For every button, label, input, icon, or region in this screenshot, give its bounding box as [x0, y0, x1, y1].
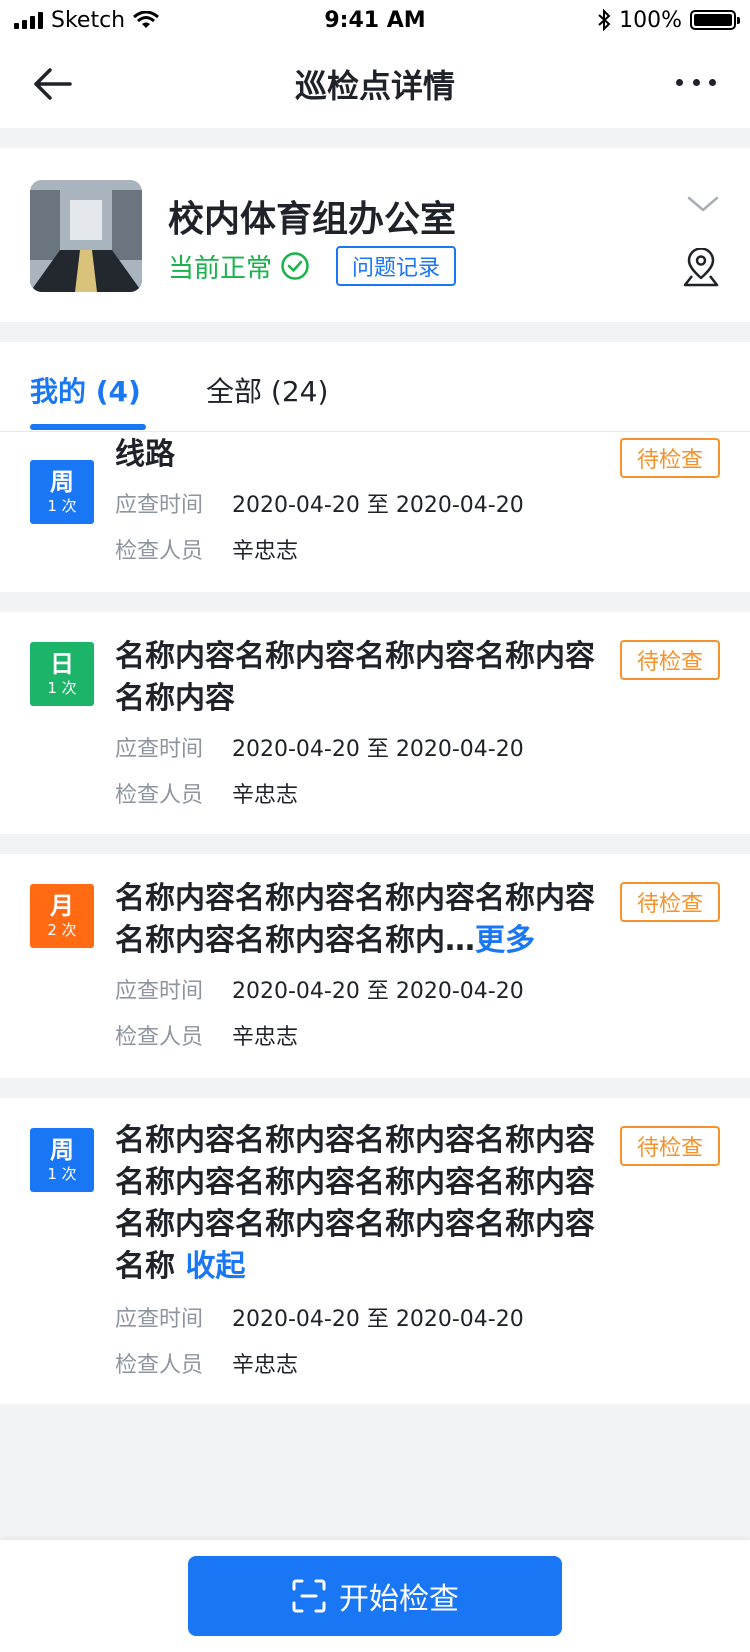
bluetooth-icon: [598, 9, 611, 31]
arrow-left-icon[interactable]: [30, 62, 74, 106]
issue-record-button[interactable]: 问题记录: [336, 246, 457, 286]
more-horizontal-icon[interactable]: [676, 70, 716, 94]
status-bar: Sketch 9:41 AM 100%: [0, 0, 750, 40]
due-time-row: 应查时间 2020-04-20 至 2020-04-20: [115, 734, 524, 766]
bottom-action-bar: 开始检查: [0, 1540, 750, 1652]
chevron-down-icon[interactable]: [686, 194, 720, 214]
status-badge: 待检查: [620, 438, 720, 478]
frequency-count: 1 次: [47, 1165, 77, 1183]
status-row: 当前正常 问题记录: [168, 246, 457, 286]
due-time-value: 2020-04-20 至 2020-04-20: [232, 979, 524, 1004]
inspection-item[interactable]: 周 1 次 名称内容名称内容名称内容名称内容名称内容名称内容名称内容名称内容名称…: [0, 1098, 750, 1404]
inspector-value: 辛忠志: [232, 1353, 299, 1378]
frequency-period: 周: [50, 1136, 74, 1164]
frequency-period: 月: [50, 892, 74, 920]
frequency-count: 2 次: [47, 921, 77, 939]
due-time-row: 应查时间 2020-04-20 至 2020-04-20: [115, 976, 524, 1008]
inspector-row: 检查人员 辛忠志: [115, 780, 298, 812]
wifi-icon: [133, 11, 160, 28]
frequency-badge: 月 2 次: [30, 884, 94, 948]
signal-icon: [14, 11, 43, 29]
location-card: 校内体育组办公室 当前正常 问题记录: [0, 148, 750, 322]
collapse-link[interactable]: 收起: [185, 1249, 245, 1284]
inspector-label: 检查人员: [115, 1353, 204, 1378]
due-time-value: 2020-04-20 至 2020-04-20: [232, 737, 524, 762]
tab-bar: 我的 (4) 全部 (24): [0, 342, 750, 432]
location-name: 校内体育组办公室: [168, 199, 457, 240]
inspection-item[interactable]: 日 1 次 名称内容名称内容名称内容名称内容名称内容 待检查 应查时间 2020…: [0, 612, 750, 834]
due-time-value: 2020-04-20 至 2020-04-20: [232, 493, 524, 518]
inspector-row: 检查人员 辛忠志: [115, 1350, 298, 1382]
item-title: 名称内容名称内容名称内容名称内容名称内容名称内容名称内容名称内容名称内容名称内容…: [115, 1120, 595, 1288]
frequency-badge: 周 1 次: [30, 460, 94, 524]
location-photo: [30, 180, 142, 292]
status-right: 100%: [597, 7, 740, 33]
show-more-link[interactable]: 更多: [475, 923, 535, 958]
frequency-period: 周: [50, 468, 74, 496]
start-inspection-label: 开始检查: [339, 1582, 459, 1617]
inspector-row: 检查人员 辛忠志: [115, 536, 298, 568]
carrier-name: Sketch: [51, 7, 126, 33]
scan-icon: [292, 1579, 326, 1613]
frequency-count: 1 次: [47, 679, 77, 697]
status-left: Sketch: [14, 7, 160, 33]
inspector-label: 检查人员: [115, 539, 204, 564]
frequency-badge: 周 1 次: [30, 1128, 94, 1192]
item-title-text: 名称内容名称内容名称内容名称内容名称内容: [115, 639, 595, 716]
due-time-row: 应查时间 2020-04-20 至 2020-04-20: [115, 490, 524, 522]
active-tab-indicator: [30, 424, 146, 430]
frequency-period: 日: [50, 650, 74, 678]
frequency-badge: 日 1 次: [30, 642, 94, 706]
item-title: 名称内容名称内容名称内容名称内容名称内容名称内容名称内…更多: [115, 878, 595, 962]
due-time-label: 应查时间: [115, 737, 204, 762]
inspector-label: 检查人员: [115, 1025, 204, 1050]
battery-percent: 100%: [619, 7, 682, 33]
status-badge: 待检查: [620, 1126, 720, 1166]
inspector-value: 辛忠志: [232, 783, 299, 808]
item-title-text: 线路: [115, 437, 175, 472]
status-badge: 待检查: [620, 640, 720, 680]
inspector-label: 检查人员: [115, 783, 204, 808]
battery-icon: [690, 10, 740, 30]
tab-mine[interactable]: 我的 (4): [30, 370, 141, 410]
nav-bar: 巡检点详情: [0, 40, 750, 128]
due-time-label: 应查时间: [115, 1307, 204, 1332]
check-circle-icon: [281, 252, 309, 280]
start-inspection-button[interactable]: 开始检查: [188, 1556, 562, 1636]
location-status: 当前正常: [168, 253, 273, 284]
item-title: 名称内容名称内容名称内容名称内容名称内容: [115, 636, 595, 720]
due-time-row: 应查时间 2020-04-20 至 2020-04-20: [115, 1304, 524, 1336]
item-title: 线路: [115, 434, 595, 476]
frequency-count: 1 次: [47, 497, 77, 515]
map-pin-icon[interactable]: [682, 248, 720, 288]
inspector-row: 检查人员 辛忠志: [115, 1022, 298, 1054]
due-time-label: 应查时间: [115, 979, 204, 1004]
inspection-item[interactable]: 周 1 次 线路 待检查 应查时间 2020-04-20 至 2020-04-2…: [0, 432, 750, 592]
inspection-item[interactable]: 月 2 次 名称内容名称内容名称内容名称内容名称内容名称内容名称内…更多 待检查…: [0, 854, 750, 1078]
inspector-value: 辛忠志: [232, 539, 299, 564]
tab-all[interactable]: 全部 (24): [206, 370, 328, 410]
page-title: 巡检点详情: [294, 67, 455, 105]
inspector-value: 辛忠志: [232, 1025, 299, 1050]
due-time-value: 2020-04-20 至 2020-04-20: [232, 1307, 524, 1332]
due-time-label: 应查时间: [115, 493, 204, 518]
status-badge: 待检查: [620, 882, 720, 922]
